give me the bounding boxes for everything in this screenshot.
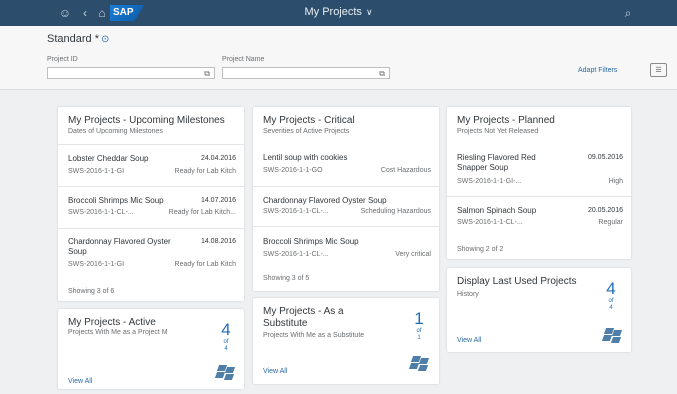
list-item[interactable]: Lobster Cheddar Soup 24.04.2016 SWS-2016… (58, 144, 244, 186)
list-item[interactable]: Broccoli Shrimps Mic Soup 14.07.2016 SWS… (58, 186, 244, 228)
tile-planned[interactable]: My Projects - Planned Projects Not Yet R… (447, 107, 631, 259)
tile-last-used-projects[interactable]: Display Last Used Projects History 4 of … (447, 268, 631, 352)
tile-title: My Projects - Upcoming Milestones (68, 115, 225, 126)
value-help-icon[interactable]: ⧉ (379, 68, 385, 79)
tile-subtitle: Severities of Active Projects (263, 128, 350, 135)
tile-footer: Showing 3 of 6 (68, 288, 115, 295)
project-id-label: Project ID (47, 56, 78, 63)
tile-subtitle: Dates of Upcoming Milestones (68, 128, 163, 135)
list-item[interactable]: Lentil soup with cookies SWS-2016-1-1-GO… (253, 144, 439, 186)
project-cube-icon (601, 328, 623, 345)
list-item[interactable]: Salmon Spinach Soup 20.05.2016 SWS-2016-… (447, 196, 631, 234)
tile-footer: Showing 2 of 2 (457, 246, 504, 253)
tile-subtitle: Projects With Me as a Project M (68, 329, 168, 336)
list-item[interactable]: Chardonnay Flavored Oyster Soup SWS-2016… (253, 186, 439, 226)
tile-upcoming-milestones[interactable]: My Projects - Upcoming Milestones Dates … (58, 107, 244, 301)
kpi-count: 4 of 4 (606, 279, 616, 312)
view-all-link[interactable]: View All (263, 368, 287, 375)
kpi-count: 1 of 1 (414, 309, 424, 342)
app-title[interactable]: My Projects ∨ (0, 6, 677, 18)
project-id-input[interactable]: ⧉ (47, 67, 215, 79)
view-all-link[interactable]: View All (68, 378, 92, 385)
tile-as-substitute[interactable]: My Projects - As a Substitute Projects W… (253, 298, 439, 384)
tile-critical[interactable]: My Projects - Critical Severities of Act… (253, 107, 439, 291)
tile-title: Display Last Used Projects (457, 276, 577, 287)
tile-title: My Projects - Critical (263, 115, 355, 126)
tile-footer: Showing 3 of 5 (263, 275, 310, 282)
project-name-input[interactable]: ⧉ (222, 67, 390, 79)
shell-bar: ☺ ‹ ⌂ SAP My Projects ∨ ⌕ (0, 0, 677, 26)
view-all-link[interactable]: View All (457, 337, 481, 344)
tile-title: My Projects - As a Substitute (263, 306, 344, 329)
kpi-count: 4 of 4 (221, 320, 231, 353)
project-cube-icon (214, 365, 236, 382)
variant-manage-button[interactable]: ☰ (650, 63, 667, 77)
filter-bar: Standard * ⊙ Project ID ⧉ Project Name ⧉ … (0, 26, 677, 90)
value-help-icon[interactable]: ⧉ (204, 68, 210, 79)
project-cube-icon (408, 356, 430, 373)
chevron-down-icon: ∨ (365, 7, 373, 17)
tile-subtitle: Projects Not Yet Released (457, 128, 539, 135)
list-item[interactable]: Chardonnay Flavored Oyster Soup 14.08.20… (58, 228, 244, 278)
list-item[interactable]: Broccoli Shrimps Mic Soup SWS-2016-1-1-C… (253, 226, 439, 266)
tile-title: My Projects - Active (68, 317, 156, 328)
tile-title: My Projects - Planned (457, 115, 555, 126)
list-item[interactable]: Riesling Flavored Red Snapper Soup 09.05… (447, 144, 631, 196)
tile-subtitle: Projects With Me as a Substitute (263, 332, 365, 339)
tile-active[interactable]: My Projects - Active Projects With Me as… (58, 309, 244, 389)
adapt-filters-button[interactable]: Adapt Filters (578, 67, 617, 74)
dropdown-icon: ⊙ (100, 34, 110, 45)
project-name-label: Project Name (222, 56, 265, 63)
tile-subtitle: History (457, 291, 479, 298)
variant-selector[interactable]: Standard * ⊙ (47, 33, 109, 45)
search-icon[interactable]: ⌕ (620, 5, 636, 21)
